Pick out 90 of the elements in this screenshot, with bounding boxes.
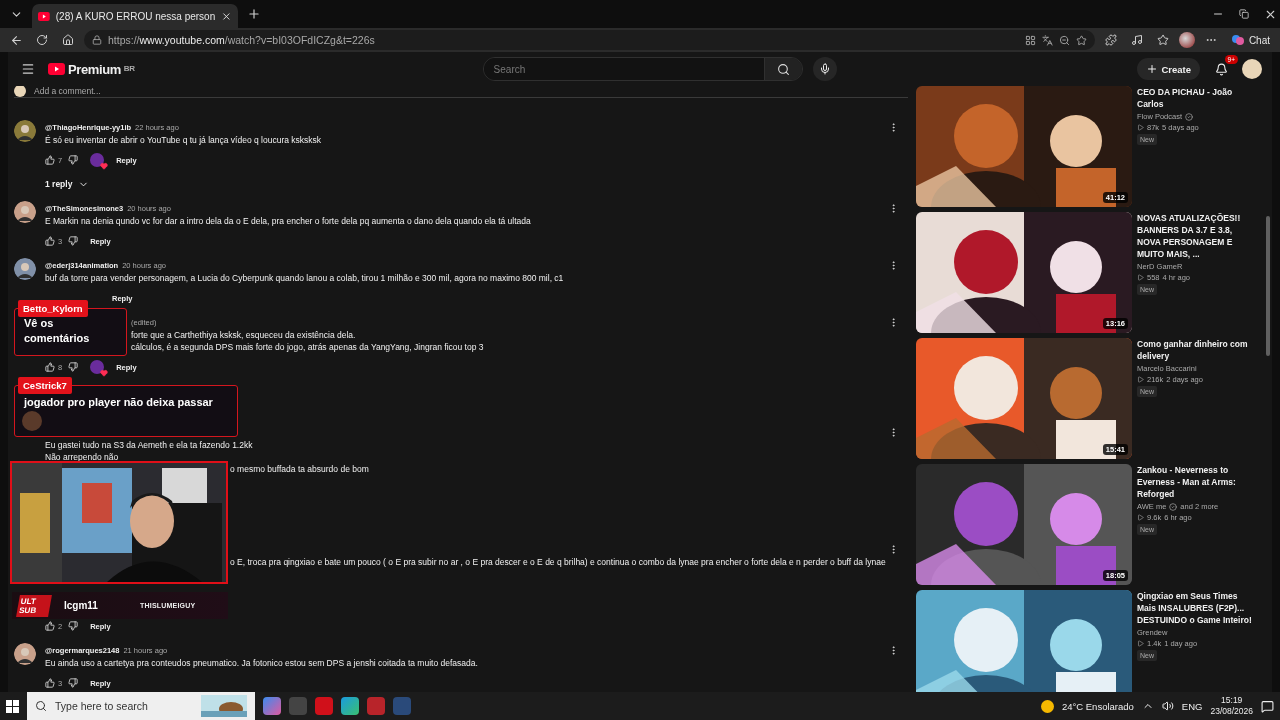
back-icon[interactable] — [9, 33, 23, 47]
zoom-icon[interactable] — [1058, 34, 1070, 46]
mic-icon — [818, 63, 831, 75]
reload-icon[interactable] — [36, 34, 48, 46]
new-tab-icon[interactable] — [247, 7, 261, 21]
search-highlight-icon — [201, 695, 247, 717]
like-icon[interactable] — [45, 236, 55, 246]
comment-text: Eu ainda uso a cartetya pra conteudos pneumatico. Ja fotonico estou sem DPS a jenshi coitada ta muito defasada. — [45, 658, 478, 668]
create-button[interactable]: Create — [1137, 58, 1200, 80]
browser-tab[interactable]: (28) A KURO ERROU nessa person — [32, 4, 238, 28]
video-title[interactable]: Zankou - Neverness to Everness - Man at Arms: Reforged — [1137, 464, 1254, 500]
favorite-icon[interactable] — [1075, 34, 1087, 46]
chat-message: Vê os comentários — [24, 316, 91, 346]
user-avatar — [14, 643, 36, 665]
comment-input[interactable]: Add a comment... — [34, 86, 101, 96]
weather-icon — [1040, 699, 1054, 713]
comment-text: o E, troca pra qingxiao e bate um pouco ( o E pra subir no ar , o E pra descer e o E de q brilha) e continua o combo da lynae pra encher o forte dela e n perder o buff da lynae — [230, 557, 886, 567]
browser-app-icon[interactable] — [341, 697, 359, 715]
views-icon — [1137, 124, 1144, 131]
chat-username: Betto_Kylorn — [18, 300, 88, 317]
comment-text: cálculos, é a segunda DPS mais forte do jogo, atrás apenas da YangYang, Jingran ficou top 3 — [131, 342, 484, 352]
video-title[interactable]: Qingxiao em Seus Times Mais INSALUBRES (F2P)... DESTUINDO o Game Inteiro! — [1137, 590, 1254, 626]
region-label: BR — [123, 63, 135, 73]
user-avatar — [14, 201, 36, 223]
apps-icon[interactable] — [1024, 34, 1036, 46]
like-icon[interactable] — [45, 621, 55, 631]
logo-text: Premium — [68, 61, 121, 77]
dislike-icon[interactable] — [68, 236, 79, 246]
clock[interactable]: 15:19 23/08/2026 — [1210, 695, 1253, 717]
views-icon — [1137, 376, 1144, 383]
replies-toggle[interactable]: 1 reply — [45, 176, 90, 192]
video-title[interactable]: Como ganhar dinheiro com delivery — [1137, 338, 1254, 362]
chat-button[interactable]: Chat — [1226, 33, 1274, 47]
taskbar-search-field[interactable]: Type here to search — [27, 692, 255, 720]
chat-message: jogador pro player não deixa passar — [24, 395, 214, 410]
user-avatar — [14, 258, 36, 280]
volume-icon[interactable] — [1161, 700, 1174, 712]
video-title[interactable]: CEO DA PICHAU - João Carlos — [1137, 86, 1254, 110]
address-bar[interactable]: https://www.youtube.com/watch?v=bI03OFdICZg&t=226s — [84, 30, 1095, 50]
copilot-app-icon[interactable] — [263, 697, 281, 715]
bell-icon[interactable] — [1214, 62, 1228, 76]
language-indicator[interactable]: ENG — [1181, 700, 1203, 712]
subscriber-name: lcgm11 — [64, 600, 99, 611]
comment-text: E Markin na denia qundo vc for dar a intro dela da o E dela, pra encher o forte dela pq aumenta o dano dela quando ela tá ultada — [45, 216, 531, 226]
close-icon[interactable] — [221, 10, 232, 22]
search-icon — [776, 62, 790, 76]
user-avatar — [14, 86, 26, 97]
views-icon — [1137, 274, 1144, 281]
home-icon[interactable] — [62, 34, 74, 46]
windows-icon[interactable] — [6, 699, 19, 713]
views-icon — [1137, 640, 1144, 647]
like-icon[interactable] — [45, 678, 55, 688]
comment-text: Eu gastei tudo na S3 da Aemeth e ela ta fazendo 1.2kk — [45, 440, 253, 450]
lock-icon — [92, 35, 102, 45]
plus-icon — [1146, 63, 1159, 75]
dislike-icon[interactable] — [68, 621, 79, 631]
search-button[interactable] — [763, 58, 802, 80]
profile-avatar[interactable] — [1178, 32, 1195, 48]
account-avatar[interactable] — [1242, 59, 1262, 79]
translate-icon[interactable] — [1041, 34, 1053, 46]
restore-icon[interactable] — [1239, 9, 1249, 19]
comment-text: o mesmo buffada ta absurdo de bom — [230, 464, 369, 474]
chat-username: CeStrick7 — [18, 377, 72, 394]
search-icon — [35, 700, 47, 712]
dislike-icon[interactable] — [68, 678, 79, 688]
like-icon[interactable] — [45, 362, 55, 372]
video-title[interactable]: NOVAS ATUALIZAÇÕES!! BANNERS DA 3.7 E 3.8, NOVA PERSONAGEM E MUITO MAIS, ... — [1137, 212, 1254, 260]
favorites-icon[interactable] — [1156, 34, 1169, 46]
comment-text: forte que a Carthethiya ksksk, esqueceu da existência dela. — [131, 330, 356, 340]
menu-icon[interactable] — [21, 62, 35, 76]
comment-text: É só eu inventar de abrir o YouTube q tu já lança vídeo q loucura ksksksk — [45, 135, 322, 145]
youtube-logo-icon[interactable] — [48, 63, 65, 75]
scrollbar[interactable] — [1266, 216, 1270, 356]
dislike-icon[interactable] — [68, 362, 79, 372]
search-field[interactable]: Search — [482, 57, 803, 81]
copilot-icon — [1230, 33, 1245, 47]
weather-label[interactable]: 24°C Ensolarado — [1061, 700, 1134, 712]
media-app-icon[interactable] — [315, 697, 333, 715]
notification-center-icon[interactable] — [1261, 699, 1274, 713]
extensions-icon[interactable] — [1104, 34, 1117, 46]
youtube-icon — [38, 11, 50, 21]
views-icon — [1137, 514, 1144, 521]
voice-search-button[interactable] — [812, 57, 837, 81]
comment-text: Não arrependo não — [45, 452, 119, 462]
dislike-icon[interactable] — [68, 155, 79, 165]
user-avatar — [14, 120, 36, 142]
like-icon[interactable] — [45, 155, 55, 165]
music-icon[interactable] — [1130, 34, 1143, 46]
comment-text: buf da torre para vender personagem, a Lucia do Cyberpunk quando lanou a colab, tirou 1 milhão e 300 mil, agora no maximo 800 mil, c1 — [45, 273, 564, 283]
sub-badge: ULT SUB — [16, 594, 52, 617]
